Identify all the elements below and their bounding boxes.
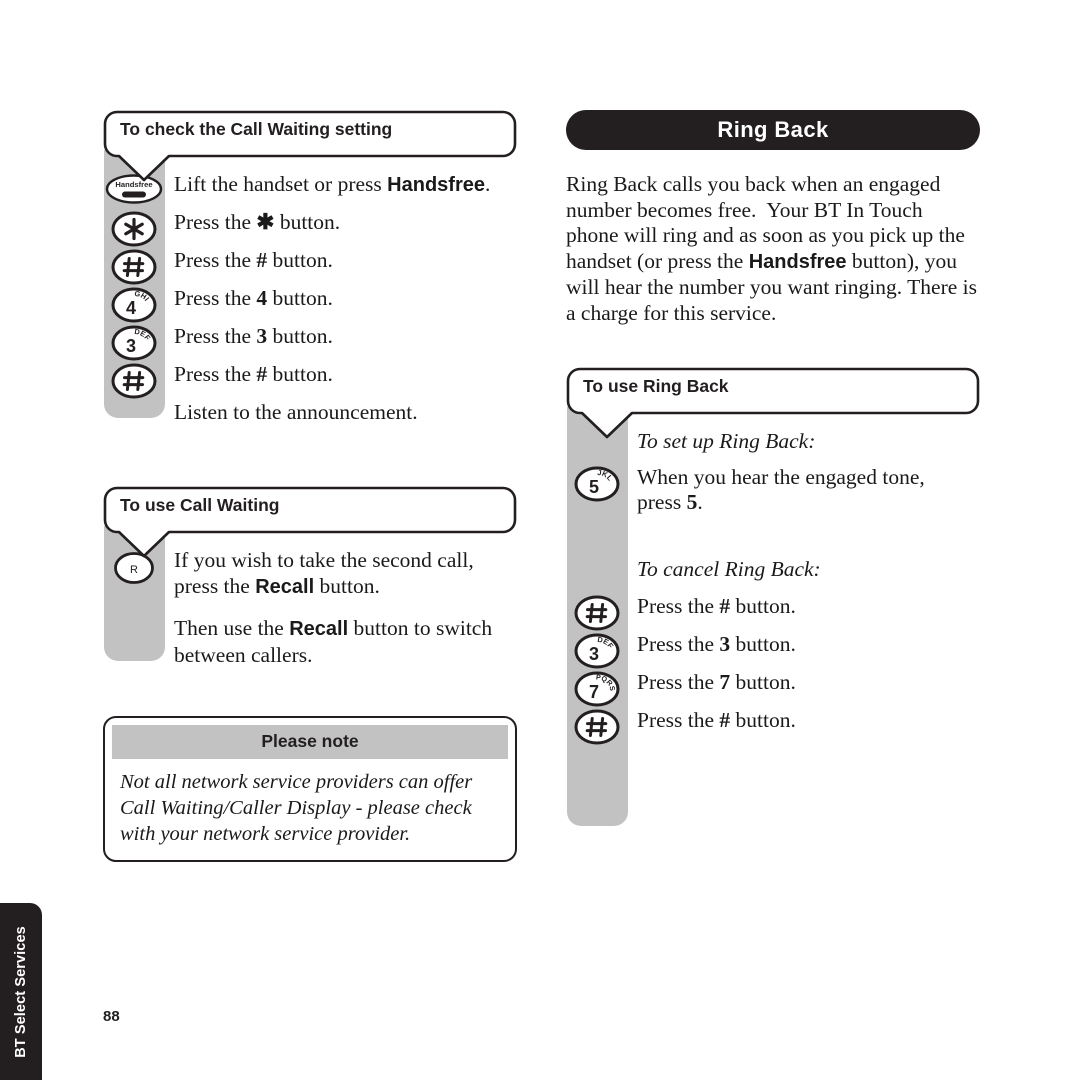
key-slot: [103, 210, 165, 247]
right-column: Ring Back Ring Back calls you back when …: [566, 110, 980, 826]
step-text: Press the # button.: [174, 362, 333, 386]
step-row: Press the # button.: [566, 708, 980, 746]
step-text: When you hear the engaged tone, press 5.: [637, 464, 925, 515]
callout-header: To use Ring Back: [566, 367, 980, 438]
svg-text:7: 7: [589, 682, 599, 702]
step-text: Press the 3 button.: [174, 324, 333, 348]
left-column: To check the Call Waiting setting Handsf…: [103, 110, 517, 862]
step-text: Press the 7 button.: [637, 669, 796, 694]
digit-key-3-icon: 3 DEF: [111, 325, 157, 361]
callout-header: To use Call Waiting: [103, 486, 517, 558]
hash-key-icon: [574, 709, 620, 745]
step-row: Then use the Recall button to switch betw…: [103, 616, 517, 668]
svg-text:5: 5: [589, 477, 599, 497]
key-slot: [566, 594, 628, 631]
key-slot-empty: [566, 557, 628, 558]
section-use-ring-back: To use Ring Back To set up Ring Back: 5 …: [566, 367, 980, 826]
step-row: 7 PQRS Press the 7 button.: [566, 670, 980, 708]
callout-title: To use Ring Back: [583, 375, 729, 396]
digit-key-4-icon: 4 GHI: [111, 287, 157, 323]
key-slot: [103, 248, 165, 285]
section-use-call-waiting: To use Call Waiting R If you wish to tak…: [103, 486, 517, 668]
hash-key-icon: [574, 595, 620, 631]
digit-key-7-icon: 7 PQRS: [574, 671, 620, 707]
hash-key-icon: [111, 249, 157, 285]
please-note-box: Please note Not all network service prov…: [103, 716, 517, 862]
hash-key-icon: [111, 363, 157, 399]
substep-heading-row: To cancel Ring Back:: [566, 557, 980, 582]
step-row: Listen to the announcement.: [103, 400, 517, 438]
steps-list: To set up Ring Back: 5 JKL When you hear…: [566, 406, 980, 826]
digit-key-5-icon: 5 JKL: [574, 466, 620, 502]
step-row: Press the ✱ button.: [103, 210, 517, 248]
step-text: Press the ✱ button.: [174, 210, 341, 234]
intro-paragraph: Ring Back calls you back when an engaged…: [566, 172, 977, 325]
step-text: Listen to the announcement.: [174, 400, 418, 424]
step-text: Press the 4 button.: [174, 286, 333, 310]
side-tab-label: BT Select Services: [13, 925, 30, 1058]
step-row: 4 GHI Press the 4 button.: [103, 286, 517, 324]
step-row: Press the # button.: [103, 362, 517, 400]
svg-text:4: 4: [126, 298, 136, 318]
side-tab-bt-select-services: BT Select Services: [0, 903, 42, 1080]
key-slot: 3 DEF: [103, 324, 165, 361]
step-text: Press the # button.: [637, 593, 796, 618]
key-slot: 3 DEF: [566, 632, 628, 669]
svg-text:3: 3: [126, 336, 136, 356]
step-row: 3 DEF Press the 3 button.: [566, 632, 980, 670]
please-note-heading: Please note: [112, 725, 508, 759]
substep-heading-cancel: To cancel Ring Back:: [637, 556, 821, 581]
callout-header: To check the Call Waiting setting: [103, 110, 517, 182]
page-number: 88: [103, 1008, 120, 1025]
step-text: Press the # button.: [174, 248, 333, 272]
callout-title: To check the Call Waiting setting: [120, 119, 393, 139]
key-slot-empty: [103, 400, 165, 401]
step-row: 5 JKL When you hear the engaged tone, pre…: [566, 465, 980, 521]
banner-title: Ring Back: [717, 117, 829, 142]
key-slot: [566, 708, 628, 745]
step-text: Then use the Recall button to switch betw…: [174, 616, 493, 667]
key-slot: 7 PQRS: [566, 670, 628, 707]
step-text: Press the 3 button.: [637, 631, 796, 656]
star-key-icon: [111, 211, 157, 247]
digit-key-3-icon: 3 DEF: [574, 633, 620, 669]
manual-page: To check the Call Waiting setting Handsf…: [0, 0, 1080, 1080]
svg-text:3: 3: [589, 644, 599, 664]
step-row: Press the # button.: [103, 248, 517, 286]
step-row: Press the # button.: [566, 594, 980, 632]
callout-title: To use Call Waiting: [120, 495, 280, 515]
key-slot: [103, 362, 165, 399]
section-check-call-waiting: To check the Call Waiting setting Handsf…: [103, 110, 517, 438]
key-slot: 5 JKL: [566, 465, 628, 502]
key-slot-empty: [103, 616, 165, 617]
step-row: 3 DEF Press the 3 button.: [103, 324, 517, 362]
section-banner-ring-back: Ring Back: [566, 110, 980, 150]
key-slot: 4 GHI: [103, 286, 165, 323]
step-text: Press the # button.: [637, 707, 796, 732]
please-note-body: Not all network service providers can of…: [120, 771, 473, 845]
